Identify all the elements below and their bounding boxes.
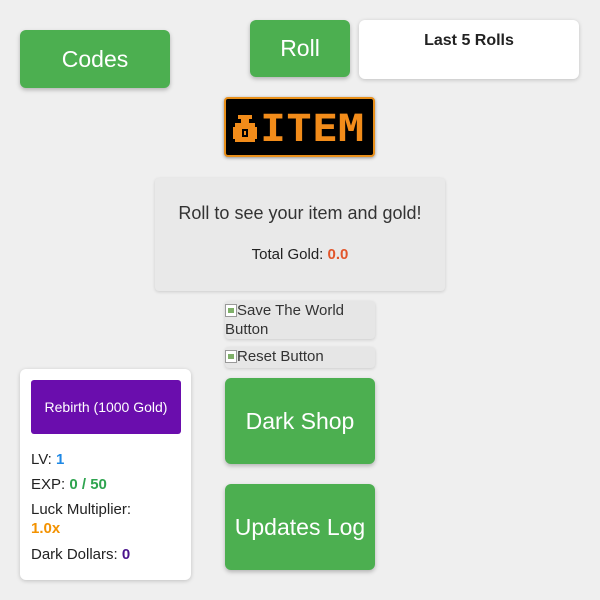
- save-the-world-button[interactable]: Save The World Button: [225, 301, 375, 339]
- broken-image-icon: [225, 304, 237, 317]
- result-message: Roll to see your item and gold!: [178, 203, 422, 223]
- item-logo: ITEM: [224, 97, 375, 157]
- dark-dollars-label: Dark Dollars:: [31, 546, 118, 563]
- save-the-world-alt-text: Save The World Button: [225, 302, 344, 338]
- total-gold-value: 0.0: [327, 246, 349, 263]
- result-panel: Roll to see your item and gold! Total Go…: [155, 178, 445, 291]
- luck-multiplier-label: Luck Multiplier:: [31, 501, 132, 518]
- dark-dollars-stat: Dark Dollars: 0: [31, 545, 130, 564]
- total-gold-label: Total Gold:: [251, 246, 324, 263]
- codes-button[interactable]: Codes: [20, 30, 170, 88]
- dark-shop-button[interactable]: Dark Shop: [225, 378, 375, 464]
- logo-text: ITEM: [260, 107, 364, 149]
- level-label: LV:: [31, 451, 52, 468]
- last-rolls-panel: Last 5 Rolls: [359, 20, 579, 79]
- total-gold: Total Gold: 0.0: [155, 246, 445, 263]
- luck-multiplier-stat: Luck Multiplier: 1.0x: [31, 500, 186, 538]
- rebirth-button[interactable]: Rebirth (1000 Gold): [31, 380, 181, 434]
- money-bag-icon: [232, 115, 257, 142]
- reset-button[interactable]: Reset Button: [225, 347, 375, 368]
- last-rolls-title: Last 5 Rolls: [424, 32, 514, 49]
- dark-dollars-value: 0: [121, 546, 131, 563]
- level-stat: LV: 1: [31, 450, 64, 469]
- exp-label: EXP:: [31, 476, 66, 493]
- reset-alt-text: Reset Button: [237, 348, 324, 365]
- broken-image-icon: [225, 350, 237, 363]
- exp-value: 0 / 50: [69, 476, 107, 493]
- exp-stat: EXP: 0 / 50: [31, 475, 107, 494]
- updates-log-button[interactable]: Updates Log: [225, 484, 375, 570]
- level-value: 1: [56, 451, 65, 468]
- roll-button[interactable]: Roll: [250, 20, 350, 77]
- stats-card: Rebirth (1000 Gold) LV: 1 EXP: 0 / 50 Lu…: [20, 369, 191, 580]
- luck-multiplier-value: 1.0x: [31, 520, 61, 537]
- item-logo-image: ITEM: [232, 107, 364, 149]
